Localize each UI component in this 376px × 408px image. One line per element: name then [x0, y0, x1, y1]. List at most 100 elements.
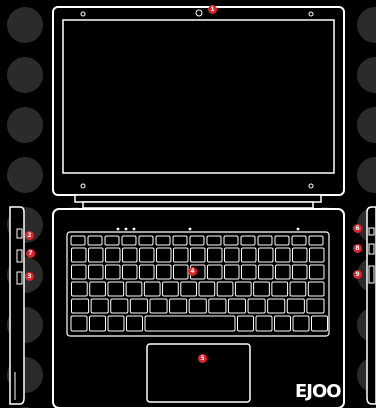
keyboard-key [292, 247, 308, 263]
keyboard-key [143, 281, 161, 297]
keyboard-key [227, 298, 247, 314]
keyboard-key [122, 264, 138, 280]
keyboard-key [125, 281, 143, 297]
keyboard-key [107, 281, 125, 297]
keyboard-key [89, 315, 106, 332]
right-port-upper [368, 227, 375, 236]
keyboard-key [156, 264, 172, 280]
keyboard-key [241, 264, 257, 280]
keyboard-key [307, 281, 325, 297]
lid-bumper-br [308, 183, 314, 189]
keyboard-key [88, 247, 104, 263]
keyboard-key [71, 247, 87, 263]
webcam-icon [195, 9, 203, 17]
keyboard-key [144, 315, 236, 332]
lid-bumper-tl [80, 11, 86, 17]
keyboard-key [253, 281, 270, 297]
keyboard-key [198, 281, 216, 297]
brand-logo: EJOO [295, 381, 342, 402]
keyboard-key [267, 298, 286, 314]
keyboard-key [173, 247, 189, 263]
keyboard-key [258, 264, 274, 280]
keyboard-key [291, 235, 307, 246]
keyboard-key [88, 264, 104, 280]
keyboard-key [90, 298, 109, 314]
keyboard-key [274, 235, 290, 246]
lid-bumper-bl [80, 183, 86, 189]
callout-left-port-upper: 2 [25, 231, 34, 240]
keyboard-key [247, 298, 266, 314]
keyboard-key [162, 281, 179, 297]
keyboard-key [155, 235, 171, 246]
callout-left-port-lower: 3 [25, 272, 34, 281]
hinge [74, 194, 322, 209]
keyboard-key [206, 235, 222, 246]
keyboard-key [240, 235, 256, 246]
keyboard-key [105, 264, 121, 280]
keyboard-key [275, 264, 291, 280]
left-port-lower [16, 271, 23, 285]
callout-left-port-middle: 7 [26, 249, 35, 258]
left-port-upper [16, 228, 23, 239]
keyboard-key [139, 264, 155, 280]
keyboard-key [224, 264, 240, 280]
keyboard-key [104, 235, 120, 246]
keyboard-key [172, 235, 188, 246]
keyboard-key [180, 281, 198, 297]
keyboard-key [149, 298, 168, 314]
keyboard-key [224, 247, 240, 263]
keyboard-key [189, 235, 205, 246]
keyboard-key [292, 315, 310, 332]
right-port-lower [368, 265, 375, 284]
keyboard-key [309, 247, 325, 263]
keyboard-key [234, 281, 252, 297]
callout-right-port-middle: 8 [353, 244, 362, 253]
keyboard-key [70, 235, 86, 246]
keyboard-key [208, 298, 227, 314]
lid-bumper-tr [308, 11, 314, 17]
left-port-middle [16, 249, 23, 263]
keyboard-key [237, 315, 254, 332]
right-port-middle [368, 243, 375, 255]
keyboard-key [129, 298, 148, 314]
keyboard-key [169, 298, 188, 314]
screen-display [62, 19, 335, 174]
left-side-view [9, 206, 25, 405]
keyboard-key [255, 315, 273, 332]
keyboard-key [156, 247, 172, 263]
keyboard-key [207, 247, 223, 263]
callout-right-port-upper: 6 [353, 224, 362, 233]
keyboard-key [173, 264, 189, 280]
keyboard-key [275, 247, 291, 263]
keyboard-key [286, 298, 305, 314]
keyboard-key [71, 264, 87, 280]
keyboard-key [121, 235, 137, 246]
keyboard-key [107, 315, 125, 332]
callout-right-port-lower: 9 [353, 270, 362, 279]
keyboard-key [311, 315, 328, 332]
callout-touchpad: 5 [198, 354, 207, 363]
keyboard-key [216, 281, 234, 297]
callout-keyboard: 4 [188, 267, 197, 276]
keyboard-key [190, 247, 206, 263]
callout-webcam: 1 [208, 5, 217, 14]
touchpad [146, 343, 251, 403]
keyboard-key [308, 235, 324, 246]
keyboard-key [70, 315, 88, 332]
laptop-diagram [0, 0, 376, 408]
keyboard-key [292, 264, 308, 280]
keyboard-key [241, 247, 257, 263]
keyboard-key [71, 298, 90, 314]
keyboard-key [87, 235, 103, 246]
keyboard-key [207, 264, 223, 280]
keyboard-key [289, 281, 307, 297]
keyboard-key [122, 247, 138, 263]
keyboard-key [188, 298, 207, 314]
keyboard-key [105, 247, 121, 263]
keyboard-key [258, 247, 274, 263]
laptop-lid [52, 6, 345, 196]
keyboard-key [306, 298, 325, 314]
keyboard-key [274, 315, 291, 332]
keyboard-key [110, 298, 129, 314]
keyboard-key [139, 247, 155, 263]
